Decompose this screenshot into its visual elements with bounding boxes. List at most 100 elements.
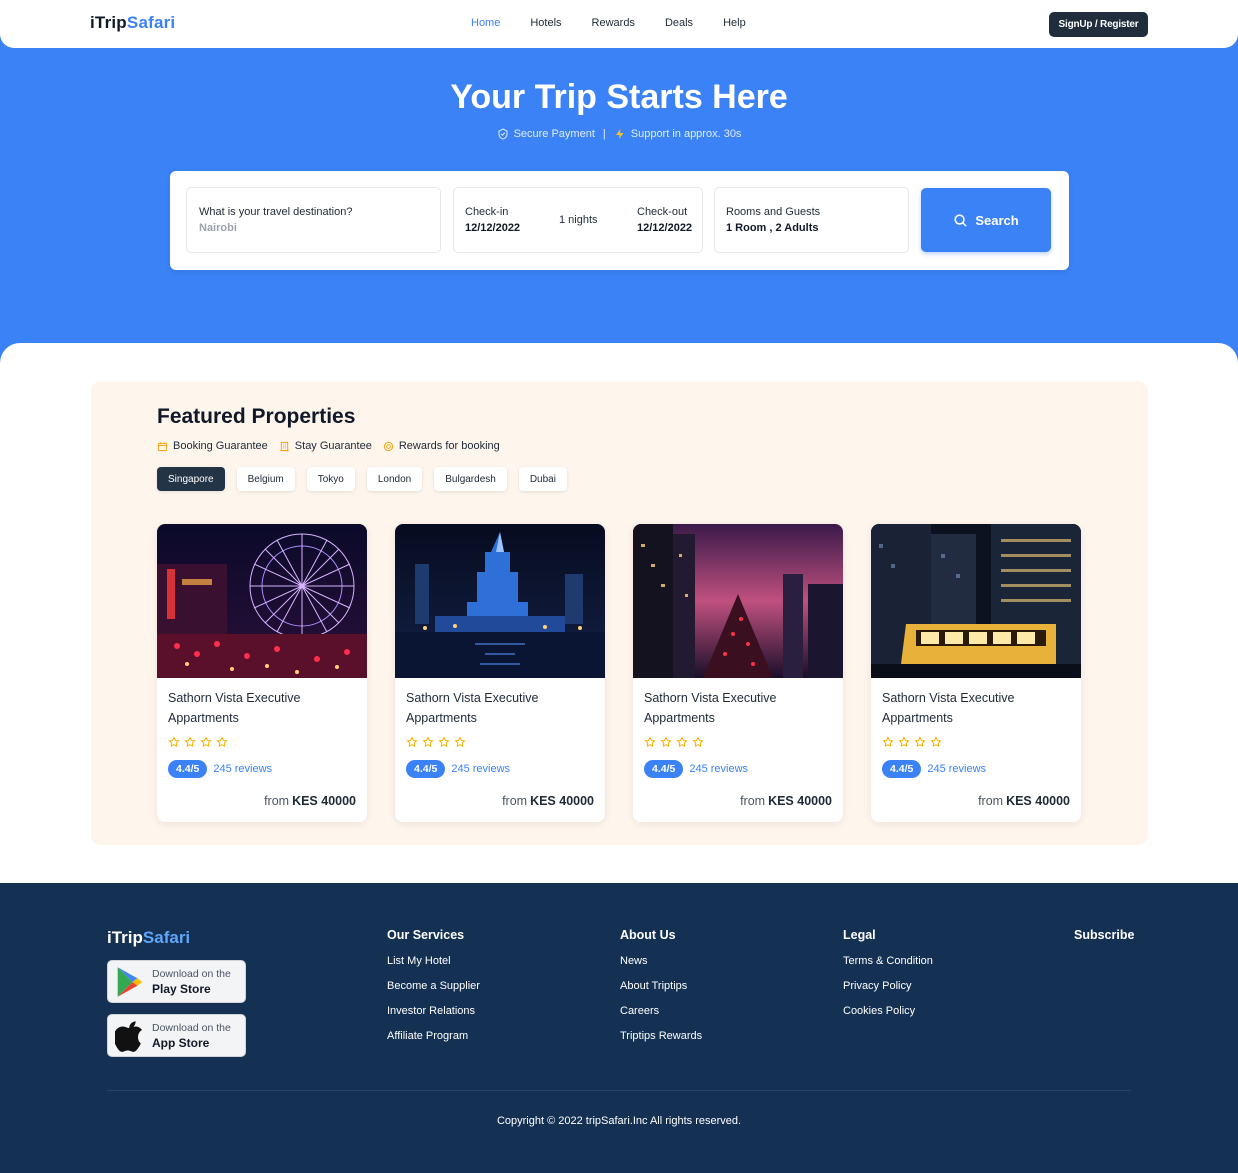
nav-deals[interactable]: Deals bbox=[665, 17, 693, 29]
link-investor-relations[interactable]: Investor Relations bbox=[387, 1005, 480, 1017]
price-value: KES 40000 bbox=[1006, 794, 1070, 808]
star-icon bbox=[692, 736, 704, 748]
star-icon bbox=[676, 736, 688, 748]
star-icon bbox=[168, 736, 180, 748]
city-chip-singapore[interactable]: Singapore bbox=[157, 467, 225, 491]
link-about-triptips[interactable]: About Triptips bbox=[620, 980, 702, 992]
subscribe-heading[interactable]: Subscribe bbox=[1074, 928, 1134, 942]
featured-title: Featured Properties bbox=[157, 405, 356, 428]
price-row: from KES 40000 bbox=[978, 794, 1070, 808]
review-count[interactable]: 245 reviews bbox=[213, 763, 272, 775]
rating-row: 4.4/5 245 reviews bbox=[644, 760, 748, 778]
property-card[interactable]: Sathorn Vista Executive Appartments 4.4/… bbox=[633, 524, 843, 822]
star-icon bbox=[184, 736, 196, 748]
property-image-tram[interactable] bbox=[871, 524, 1081, 678]
property-name[interactable]: Sathorn Vista Executive Appartments bbox=[644, 688, 834, 728]
checkin-value[interactable]: 12/12/2022 bbox=[465, 222, 520, 234]
review-count[interactable]: 245 reviews bbox=[927, 763, 986, 775]
stay-guarantee-badge: Stay Guarantee bbox=[279, 440, 372, 452]
logo-text-part2: Safari bbox=[126, 13, 176, 32]
nav-help[interactable]: Help bbox=[723, 17, 746, 29]
checkout-value[interactable]: 12/12/2022 bbox=[637, 222, 692, 234]
star-icon bbox=[200, 736, 212, 748]
about-heading: About Us bbox=[620, 928, 676, 942]
signup-register-button[interactable]: SignUp / Register bbox=[1049, 12, 1148, 37]
city-chip-london[interactable]: London bbox=[366, 467, 423, 491]
star-rating bbox=[406, 736, 466, 748]
booking-guarantee-text: Booking Guarantee bbox=[173, 440, 268, 452]
price-row: from KES 40000 bbox=[740, 794, 832, 808]
play-store-button[interactable]: Download on the Play Store bbox=[107, 960, 246, 1003]
rooms-value[interactable]: 1 Room , 2 Adults bbox=[726, 222, 897, 234]
review-count[interactable]: 245 reviews bbox=[451, 763, 510, 775]
play-store-icon bbox=[117, 966, 143, 997]
logo-text-part1: iTrip bbox=[90, 13, 127, 32]
rating-pill: 4.4/5 bbox=[406, 760, 446, 778]
link-become-supplier[interactable]: Become a Supplier bbox=[387, 980, 480, 992]
link-terms[interactable]: Terms & Condition bbox=[843, 955, 933, 967]
rating-row: 4.4/5 245 reviews bbox=[406, 760, 510, 778]
link-news[interactable]: News bbox=[620, 955, 702, 967]
nav-hotels[interactable]: Hotels bbox=[530, 17, 561, 29]
property-name[interactable]: Sathorn Vista Executive Appartments bbox=[882, 688, 1072, 728]
link-triptips-rewards[interactable]: Triptips Rewards bbox=[620, 1030, 702, 1042]
property-cards: Sathorn Vista Executive Appartments 4.4/… bbox=[157, 524, 1081, 822]
search-button[interactable]: Search bbox=[921, 188, 1051, 252]
link-cookies[interactable]: Cookies Policy bbox=[843, 1005, 933, 1017]
legal-heading: Legal bbox=[843, 928, 876, 942]
destination-value[interactable]: Nairobi bbox=[199, 222, 428, 234]
property-name[interactable]: Sathorn Vista Executive Appartments bbox=[406, 688, 596, 728]
building-icon bbox=[280, 441, 289, 451]
city-chip-bulgardesh[interactable]: Bulgardesh bbox=[434, 467, 507, 491]
booking-guarantee-badge: Booking Guarantee bbox=[157, 440, 268, 452]
price-from: from bbox=[264, 794, 290, 808]
link-careers[interactable]: Careers bbox=[620, 1005, 702, 1017]
star-icon bbox=[422, 736, 434, 748]
star-icon bbox=[438, 736, 450, 748]
featured-properties-section: Featured Properties Booking Guarantee St… bbox=[91, 381, 1148, 845]
support-text: Support in approx. 30s bbox=[630, 128, 742, 140]
dates-field[interactable]: Check-in 12/12/2022 1 nights Check-out 1… bbox=[453, 187, 703, 253]
footer-legal-column: Legal Terms & Condition Privacy Policy C… bbox=[843, 928, 933, 1030]
brand-logo[interactable]: iTripSafari bbox=[90, 13, 175, 33]
checkout-label: Check-out bbox=[637, 206, 688, 218]
app-store-button[interactable]: Download on the App Store bbox=[107, 1014, 246, 1057]
city-chip-belgium[interactable]: Belgium bbox=[236, 467, 295, 491]
price-from: from bbox=[740, 794, 766, 808]
play-store-line2: Play Store bbox=[152, 981, 211, 996]
property-image-city-street[interactable] bbox=[633, 524, 843, 678]
property-name[interactable]: Sathorn Vista Executive Appartments bbox=[168, 688, 358, 728]
property-image-ferris-wheel[interactable] bbox=[157, 524, 367, 678]
property-card[interactable]: Sathorn Vista Executive Appartments 4.4/… bbox=[395, 524, 605, 822]
star-icon bbox=[644, 736, 656, 748]
link-list-my-hotel[interactable]: List My Hotel bbox=[387, 955, 480, 967]
rooms-guests-field[interactable]: Rooms and Guests 1 Room , 2 Adults bbox=[714, 187, 909, 253]
star-rating bbox=[882, 736, 942, 748]
play-store-line1: Download on the bbox=[152, 967, 231, 980]
link-privacy[interactable]: Privacy Policy bbox=[843, 980, 933, 992]
nav-rewards[interactable]: Rewards bbox=[592, 17, 635, 29]
rooms-label: Rooms and Guests bbox=[726, 206, 821, 218]
checkout-group[interactable]: Check-out 12/12/2022 bbox=[637, 206, 692, 234]
nav-home[interactable]: Home bbox=[471, 17, 500, 29]
nights-count: 1 nights bbox=[559, 214, 598, 226]
star-icon bbox=[660, 736, 672, 748]
rating-pill: 4.4/5 bbox=[168, 760, 208, 778]
review-count[interactable]: 245 reviews bbox=[689, 763, 748, 775]
star-icon bbox=[914, 736, 926, 748]
link-affiliate-program[interactable]: Affiliate Program bbox=[387, 1030, 480, 1042]
star-rating bbox=[644, 736, 704, 748]
property-card[interactable]: Sathorn Vista Executive Appartments 4.4/… bbox=[871, 524, 1081, 822]
services-heading: Our Services bbox=[387, 928, 465, 942]
city-chip-tokyo[interactable]: Tokyo bbox=[306, 467, 355, 491]
city-chip-dubai[interactable]: Dubai bbox=[518, 467, 567, 491]
property-card[interactable]: Sathorn Vista Executive Appartments 4.4/… bbox=[157, 524, 367, 822]
property-image-palace[interactable] bbox=[395, 524, 605, 678]
destination-field[interactable]: What is your travel destination? Nairobi bbox=[186, 187, 441, 253]
hero-title: Your Trip Starts Here bbox=[450, 78, 788, 116]
price-row: from KES 40000 bbox=[264, 794, 356, 808]
top-navbar: iTripSafari Home Hotels Rewards Deals He… bbox=[0, 0, 1238, 48]
checkin-group[interactable]: Check-in 12/12/2022 bbox=[465, 206, 520, 234]
footer-logo[interactable]: iTripSafari bbox=[107, 928, 190, 948]
price-from: from bbox=[502, 794, 528, 808]
